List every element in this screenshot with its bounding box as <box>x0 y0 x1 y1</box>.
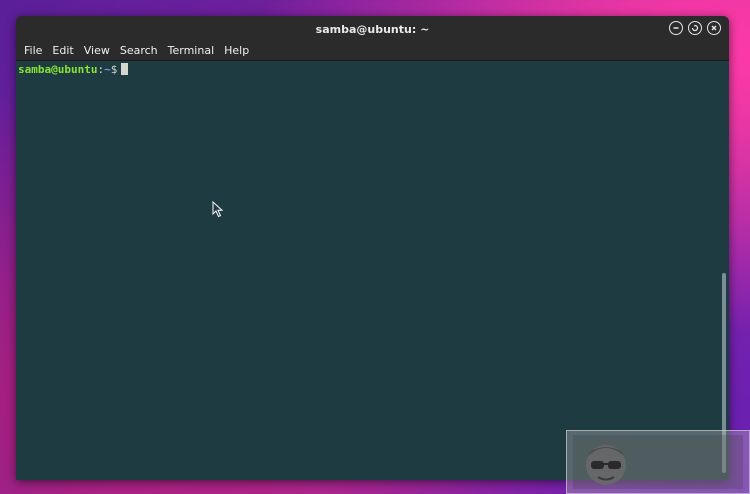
menu-terminal[interactable]: Terminal <box>163 42 220 60</box>
terminal-window[interactable]: samba@ubuntu: ~ File Edit View Search Te… <box>16 16 729 480</box>
mouse-pointer-icon <box>212 200 224 222</box>
window-title: samba@ubuntu: ~ <box>315 22 430 36</box>
menu-edit[interactable]: Edit <box>47 42 78 60</box>
window-controls <box>669 21 721 35</box>
watermark-overlay <box>566 430 750 494</box>
prompt-user-host: samba@ubuntu <box>18 63 98 76</box>
text-cursor <box>121 63 129 75</box>
title-bar[interactable]: samba@ubuntu: ~ <box>16 16 729 42</box>
prompt-symbol: $ <box>110 63 118 76</box>
terminal-area[interactable]: samba@ubuntu:~$ <box>16 61 729 480</box>
menu-search[interactable]: Search <box>115 42 163 60</box>
menu-view[interactable]: View <box>79 42 115 60</box>
avatar-sunglasses-logo <box>577 437 635 493</box>
menu-file[interactable]: File <box>19 42 47 60</box>
menu-help[interactable]: Help <box>219 42 254 60</box>
close-icon[interactable] <box>707 21 721 35</box>
desktop-background: samba@ubuntu: ~ File Edit View Search Te… <box>0 0 750 494</box>
minimize-icon[interactable] <box>669 21 683 35</box>
restore-icon[interactable] <box>688 21 702 35</box>
prompt-line: samba@ubuntu:~$ <box>18 63 729 77</box>
prompt-path: ~ <box>104 63 111 76</box>
menu-bar: File Edit View Search Terminal Help <box>16 42 729 61</box>
